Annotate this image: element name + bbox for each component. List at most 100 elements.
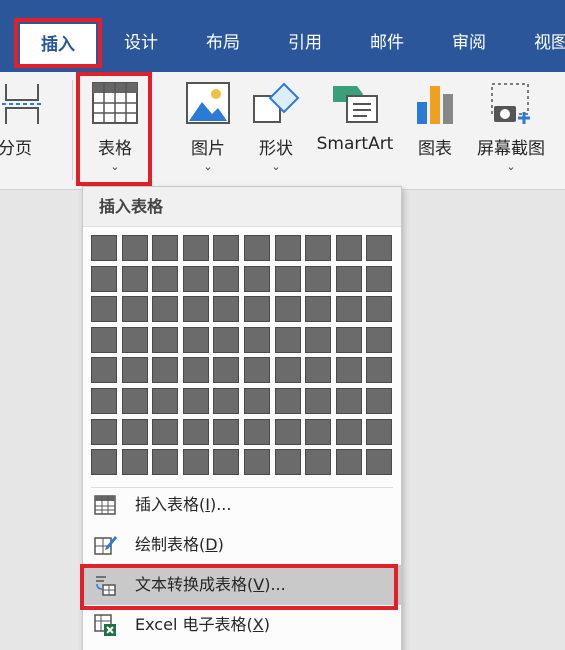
tab-view[interactable]: 视图	[520, 22, 565, 64]
grid-cell[interactable]	[213, 357, 240, 384]
grid-cell[interactable]	[335, 235, 362, 261]
grid-cell[interactable]	[213, 296, 240, 323]
picture-button[interactable]: 图片 ⌄	[178, 72, 238, 188]
grid-cell[interactable]	[213, 235, 240, 261]
grid-cell[interactable]	[366, 265, 393, 292]
grid-cell[interactable]	[152, 357, 179, 384]
grid-cell[interactable]	[305, 265, 332, 292]
grid-cell[interactable]	[244, 235, 270, 261]
grid-cell[interactable]	[274, 357, 301, 384]
page-break-button[interactable]: 分页	[0, 72, 50, 188]
grid-cell[interactable]	[366, 326, 393, 353]
grid-cell[interactable]	[366, 357, 393, 384]
grid-cell[interactable]	[182, 235, 209, 261]
grid-cell[interactable]	[213, 418, 240, 445]
grid-cell[interactable]	[91, 326, 117, 353]
tab-review[interactable]: 审阅	[438, 22, 500, 64]
grid-cell[interactable]	[305, 326, 332, 353]
grid-cell[interactable]	[305, 357, 332, 384]
grid-cell[interactable]	[244, 326, 270, 353]
menu-item-text-to-table[interactable]: 文本转换成表格(V)...	[83, 565, 401, 605]
grid-cell[interactable]	[335, 296, 362, 323]
grid-cell[interactable]	[213, 326, 240, 353]
tab-mailings[interactable]: 邮件	[356, 22, 418, 64]
grid-cell[interactable]	[335, 418, 362, 445]
grid-cell[interactable]	[366, 418, 393, 445]
tab-layout[interactable]: 布局	[192, 22, 254, 64]
grid-cell[interactable]	[366, 296, 393, 323]
grid-cell[interactable]	[152, 265, 179, 292]
grid-cell[interactable]	[152, 296, 179, 323]
grid-cell[interactable]	[182, 449, 209, 476]
grid-cell[interactable]	[213, 388, 240, 414]
grid-cell[interactable]	[121, 235, 148, 261]
grid-cell[interactable]	[244, 418, 270, 445]
grid-cell[interactable]	[152, 326, 179, 353]
grid-cell[interactable]	[152, 449, 179, 476]
grid-cell[interactable]	[274, 235, 301, 261]
menu-item-excel-spreadsheet[interactable]: Excel 电子表格(X)	[83, 605, 401, 645]
grid-cell[interactable]	[152, 235, 179, 261]
tab-insert[interactable]: 插入	[20, 24, 96, 66]
grid-cell[interactable]	[305, 418, 332, 445]
grid-cell[interactable]	[274, 418, 301, 445]
grid-cell[interactable]	[335, 265, 362, 292]
grid-cell[interactable]	[91, 235, 117, 261]
grid-cell[interactable]	[121, 418, 148, 445]
grid-cell[interactable]	[274, 388, 301, 414]
grid-cell[interactable]	[366, 388, 393, 414]
grid-cell[interactable]	[335, 357, 362, 384]
tab-design[interactable]: 设计	[110, 22, 172, 64]
grid-cell[interactable]	[274, 265, 301, 292]
grid-cell[interactable]	[182, 265, 209, 292]
grid-cell[interactable]	[152, 418, 179, 445]
ribbon: 分页 表格 ⌄ 图片 ⌄ 形状 ⌄ SmartArt 图表 屏幕截图 ⌄	[0, 72, 565, 190]
menu-item-draw-table[interactable]: 绘制表格(D)	[83, 525, 401, 565]
grid-cell[interactable]	[182, 326, 209, 353]
grid-cell[interactable]	[244, 296, 270, 323]
grid-cell[interactable]	[121, 388, 148, 414]
grid-cell[interactable]	[335, 388, 362, 414]
grid-cell[interactable]	[244, 265, 270, 292]
grid-cell[interactable]	[274, 326, 301, 353]
grid-cell[interactable]	[91, 388, 117, 414]
smartart-button[interactable]: SmartArt	[312, 72, 398, 188]
grid-cell[interactable]	[121, 357, 148, 384]
grid-cell[interactable]	[366, 449, 393, 476]
grid-cell[interactable]	[213, 449, 240, 476]
grid-cell[interactable]	[244, 449, 270, 476]
grid-cell[interactable]	[121, 326, 148, 353]
grid-cell[interactable]	[91, 418, 117, 445]
grid-cell[interactable]	[182, 418, 209, 445]
insert-table-dropdown: 插入表格 插入表格(I)... 绘制表格(D) 文本转换成表格(V)... Ex…	[82, 186, 402, 650]
shapes-button[interactable]: 形状 ⌄	[246, 72, 306, 188]
screenshot-button[interactable]: 屏幕截图 ⌄	[468, 72, 554, 188]
menu-item-insert-table[interactable]: 插入表格(I)...	[83, 485, 401, 525]
grid-cell[interactable]	[366, 235, 393, 261]
grid-cell[interactable]	[91, 449, 117, 476]
grid-cell[interactable]	[121, 265, 148, 292]
grid-cell[interactable]	[182, 296, 209, 323]
grid-cell[interactable]	[182, 357, 209, 384]
grid-cell[interactable]	[121, 296, 148, 323]
grid-cell[interactable]	[305, 388, 332, 414]
grid-cell[interactable]	[305, 235, 332, 261]
grid-cell[interactable]	[91, 296, 117, 323]
grid-cell[interactable]	[305, 449, 332, 476]
grid-cell[interactable]	[182, 388, 209, 414]
grid-cell[interactable]	[244, 357, 270, 384]
grid-cell[interactable]	[91, 265, 117, 292]
grid-cell[interactable]	[335, 449, 362, 476]
grid-cell[interactable]	[121, 449, 148, 476]
chart-button[interactable]: 图表	[406, 72, 464, 188]
table-button[interactable]: 表格 ⌄	[80, 72, 150, 188]
grid-cell[interactable]	[305, 296, 332, 323]
grid-cell[interactable]	[274, 296, 301, 323]
grid-cell[interactable]	[335, 326, 362, 353]
grid-cell[interactable]	[152, 388, 179, 414]
grid-cell[interactable]	[244, 388, 270, 414]
grid-cell[interactable]	[274, 449, 301, 476]
grid-cell[interactable]	[213, 265, 240, 292]
grid-cell[interactable]	[91, 357, 117, 384]
tab-references[interactable]: 引用	[274, 22, 336, 64]
